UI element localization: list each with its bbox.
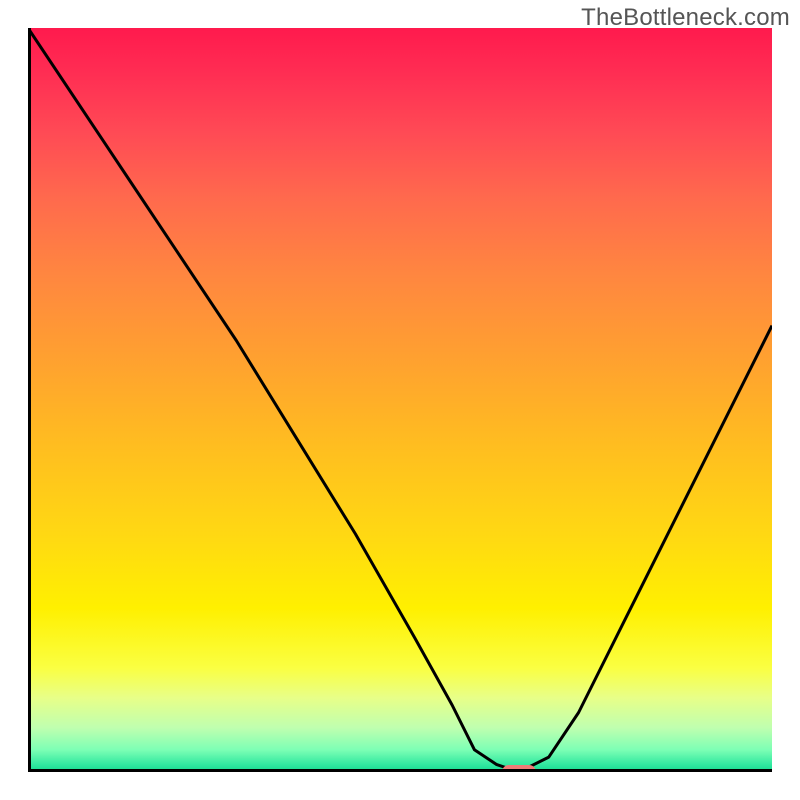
- bottleneck-curve-path: [28, 28, 772, 772]
- plot-area: [28, 28, 772, 772]
- watermark-text: TheBottleneck.com: [581, 4, 790, 32]
- optimum-marker: [502, 765, 536, 772]
- bottleneck-chart: TheBottleneck.com: [0, 0, 800, 800]
- curve-layer: [28, 28, 772, 772]
